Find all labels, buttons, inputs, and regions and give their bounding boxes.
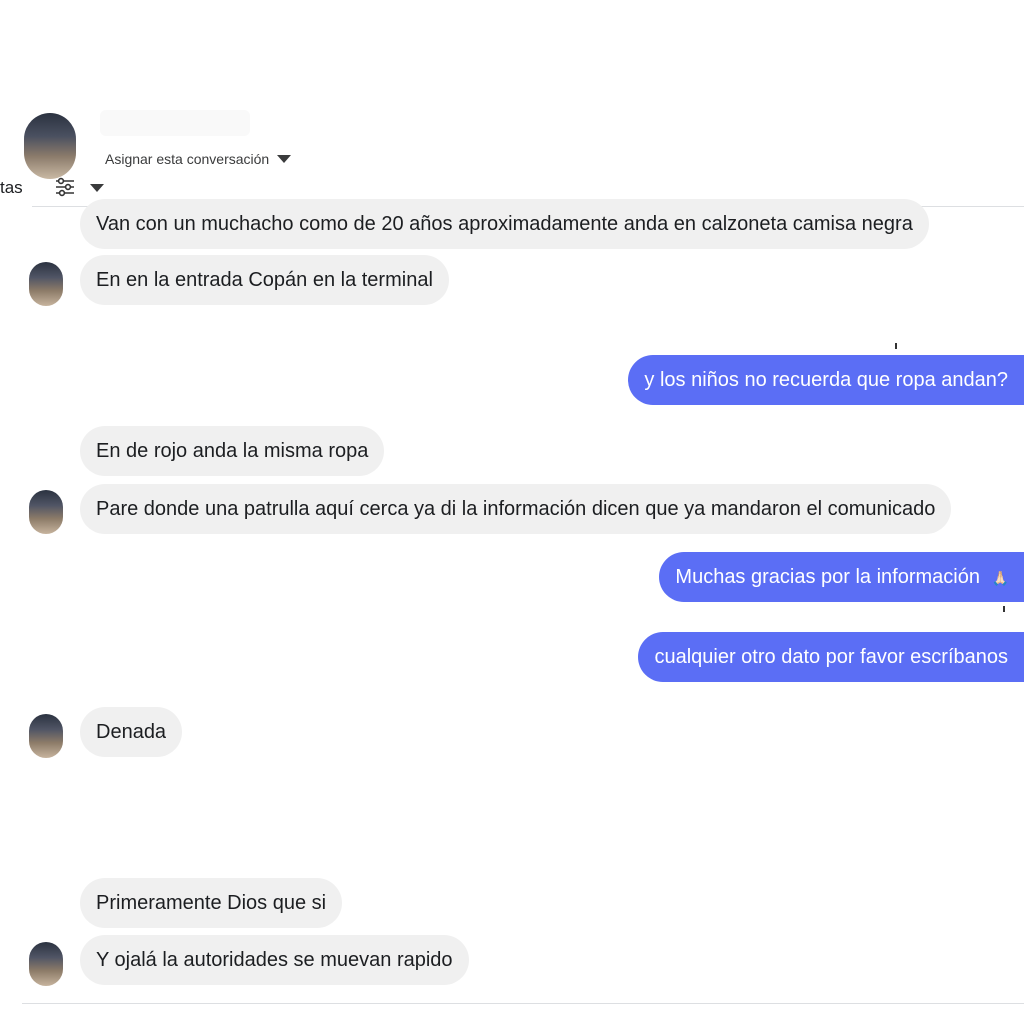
message-text: Van con un muchacho como de 20 años apro…: [96, 213, 913, 235]
contact-name-redacted: [100, 110, 250, 136]
message-text: Pare donde una patrulla aquí cerca ya di…: [96, 498, 936, 520]
read-receipt-mark: [895, 343, 897, 349]
message-incoming[interactable]: Van con un muchacho como de 20 años apro…: [80, 199, 929, 249]
message-text: Primeramente Dios que si: [96, 892, 327, 914]
message-incoming[interactable]: Y ojalá la autoridades se muevan rapido: [80, 935, 469, 985]
filter-sliders-icon[interactable]: [54, 177, 76, 197]
message-outgoing[interactable]: Muchas gracias por la información 🙏🏻: [659, 552, 1024, 602]
message-incoming[interactable]: En en la entrada Copán en la terminal: [80, 255, 449, 305]
praying-hands-emoji: 🙏🏻: [991, 570, 1009, 586]
message-outgoing[interactable]: cualquier otro dato por favor escríbanos: [638, 632, 1024, 682]
sender-avatar[interactable]: [29, 262, 63, 306]
message-text: y los niños no recuerda que ropa andan?: [644, 369, 1008, 391]
assign-conversation-label: Asignar esta conversación: [105, 151, 270, 167]
contact-avatar[interactable]: [24, 113, 76, 179]
read-receipt-mark: [1003, 606, 1005, 612]
sender-avatar[interactable]: [29, 714, 63, 758]
sender-avatar[interactable]: [29, 490, 63, 534]
message-text: Muchas gracias por la información: [675, 566, 980, 588]
message-incoming[interactable]: Pare donde una patrulla aquí cerca ya di…: [80, 484, 952, 534]
message-text: Y ojalá la autoridades se muevan rapido: [96, 949, 453, 971]
message-incoming[interactable]: Primeramente Dios que si: [80, 878, 343, 928]
sender-avatar[interactable]: [29, 942, 63, 986]
footer-divider: [22, 1003, 1024, 1004]
message-text: cualquier otro dato por favor escríbanos: [654, 646, 1008, 668]
tab-label-fragment[interactable]: tas: [0, 178, 23, 198]
message-incoming[interactable]: En de rojo anda la misma ropa: [80, 426, 385, 476]
assign-conversation-dropdown[interactable]: Asignar esta conversación: [105, 151, 292, 167]
message-incoming[interactable]: Denada: [80, 707, 183, 757]
message-text: Denada: [96, 721, 167, 743]
chevron-down-icon: [277, 155, 292, 163]
message-text: En en la entrada Copán en la terminal: [96, 269, 433, 291]
message-outgoing[interactable]: y los niños no recuerda que ropa andan?: [628, 355, 1024, 405]
filter-chevron-down-icon[interactable]: [90, 184, 104, 192]
message-text: En de rojo anda la misma ropa: [96, 440, 369, 462]
